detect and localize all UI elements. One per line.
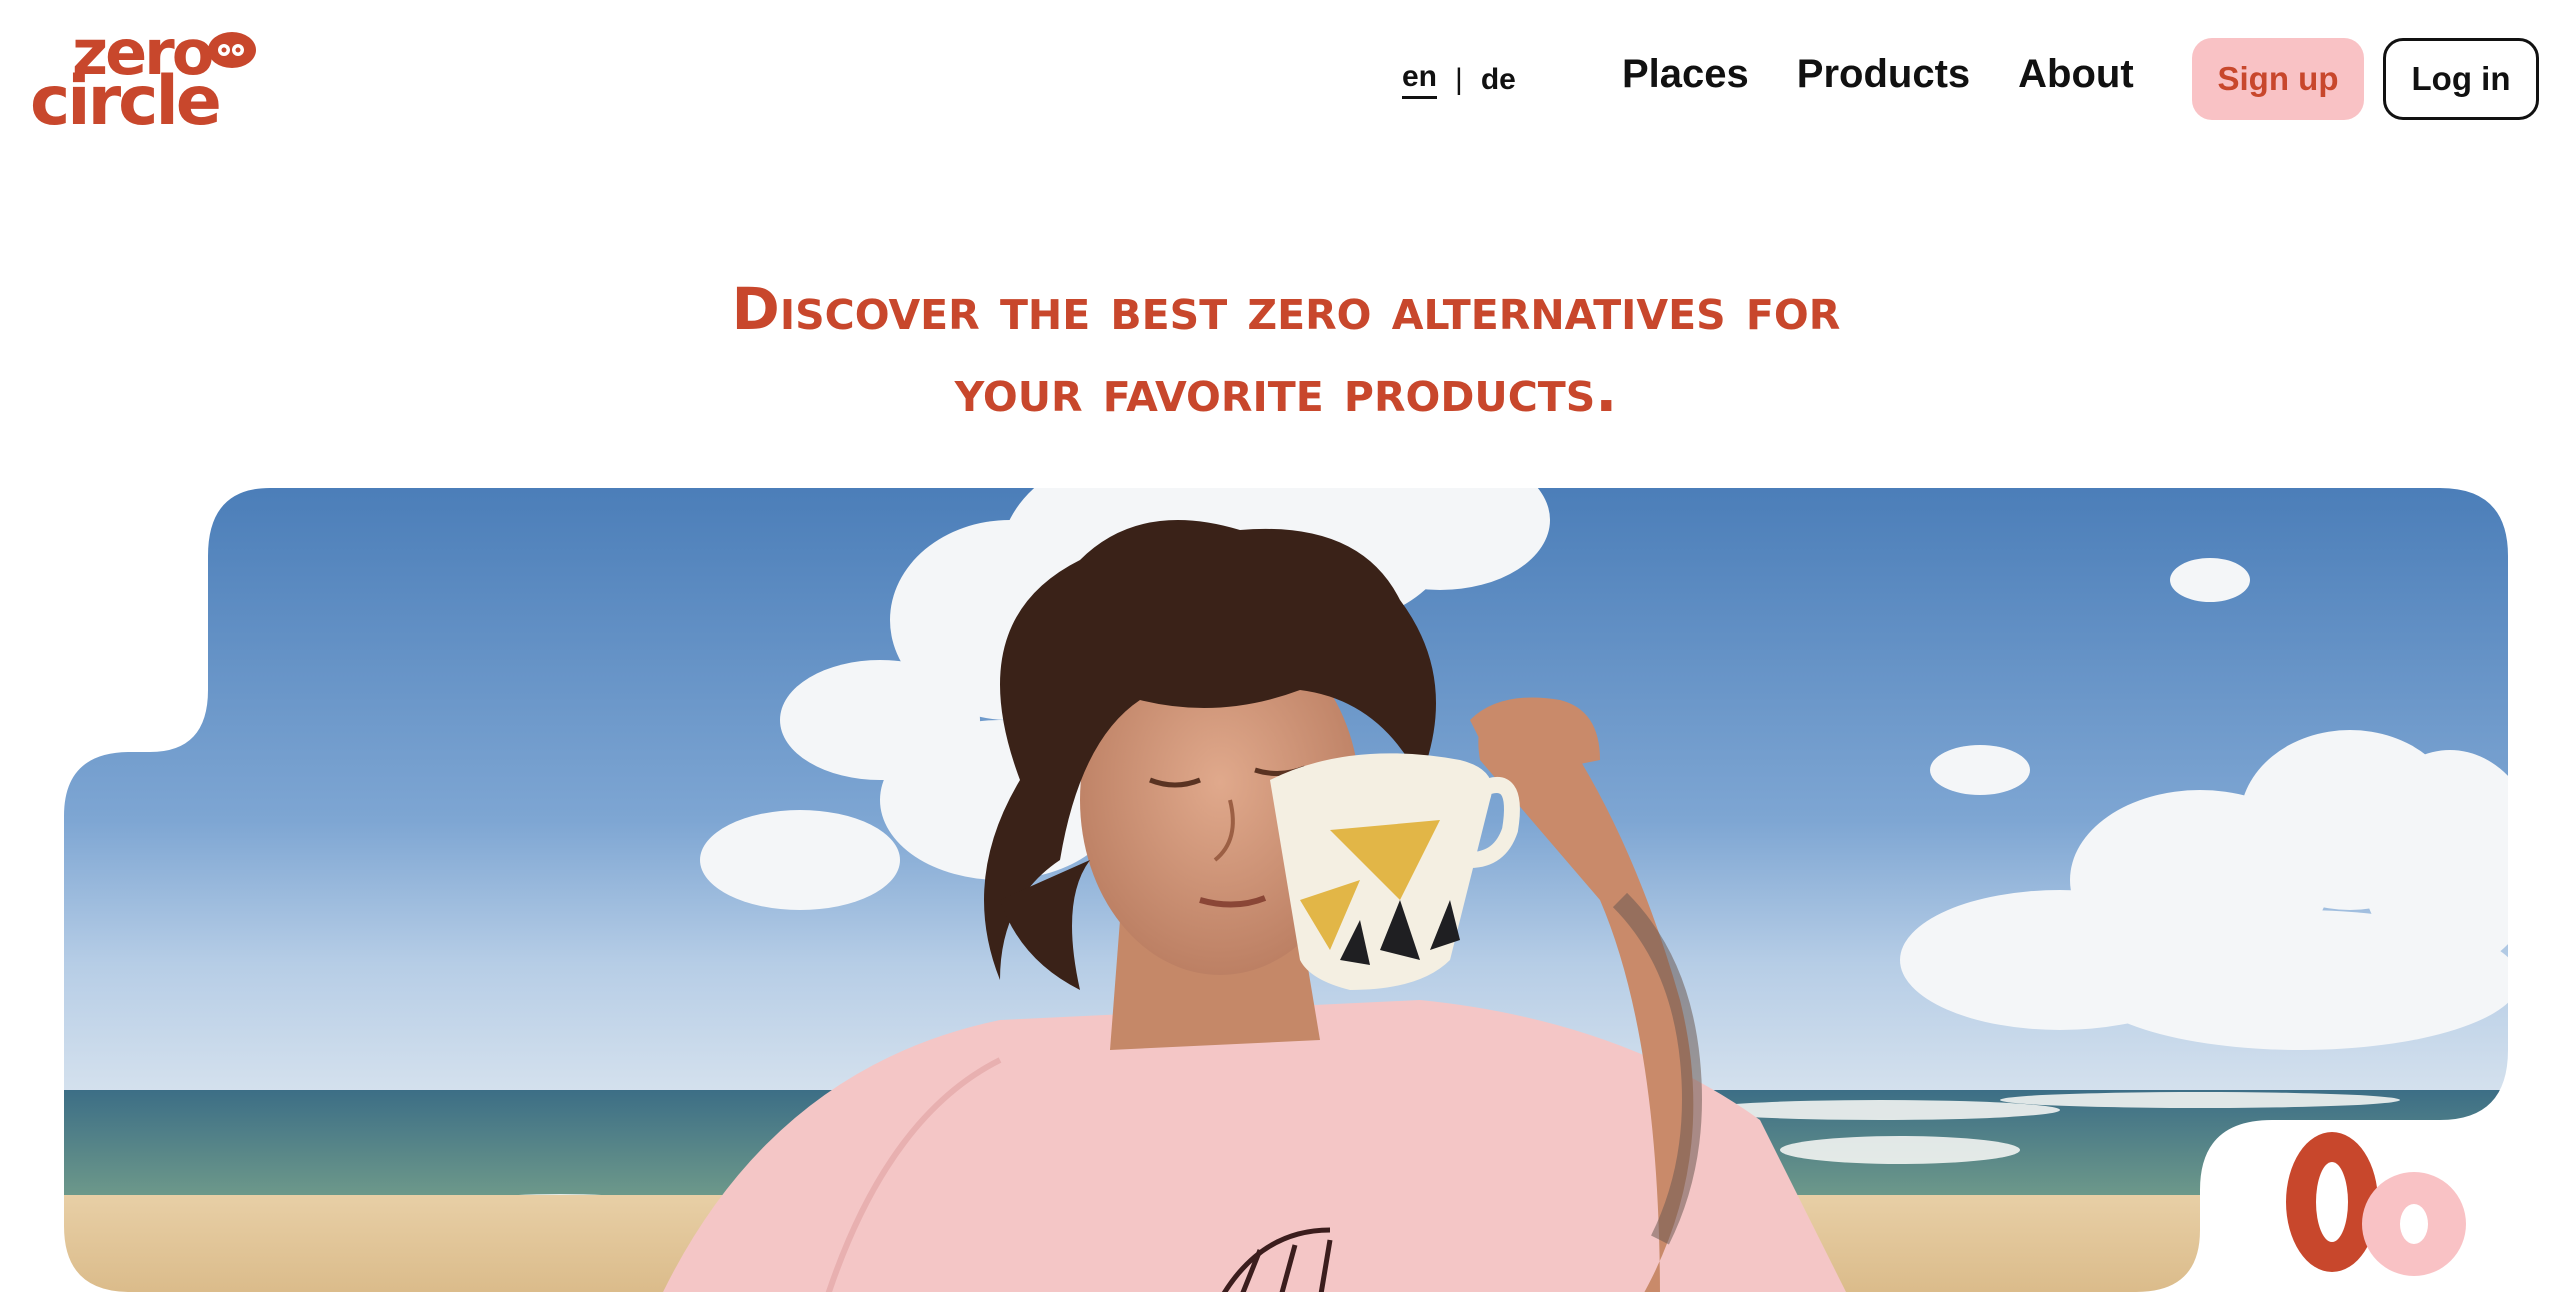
hero-heading-line2: your favorite products. (954, 357, 1618, 425)
lang-option-de[interactable]: de (1481, 63, 1516, 97)
hero-heading-line1: Discover the best zero alternatives for (731, 275, 1841, 343)
hero-heading: Discover the best zero alternatives for … (400, 268, 2172, 432)
signup-button[interactable]: Sign up (2192, 38, 2364, 120)
nav-item-places[interactable]: Places (1622, 52, 1749, 97)
login-button[interactable]: Log in (2383, 38, 2539, 120)
logo[interactable]: zero circle (30, 22, 260, 141)
hero-photo (64, 488, 2508, 1292)
nav-item-about[interactable]: About (2018, 52, 2134, 97)
lang-option-en[interactable]: en (1402, 60, 1438, 99)
language-switcher: en | de (1402, 60, 1516, 99)
hero-image-container (0, 0, 2572, 1316)
nav-item-products[interactable]: Products (1797, 52, 1970, 97)
lang-separator: | (1455, 62, 1463, 96)
brand-badge-icon (2286, 1132, 2466, 1276)
logo-line2: circle (30, 62, 222, 141)
main-nav: Places Products About (1622, 52, 2134, 97)
